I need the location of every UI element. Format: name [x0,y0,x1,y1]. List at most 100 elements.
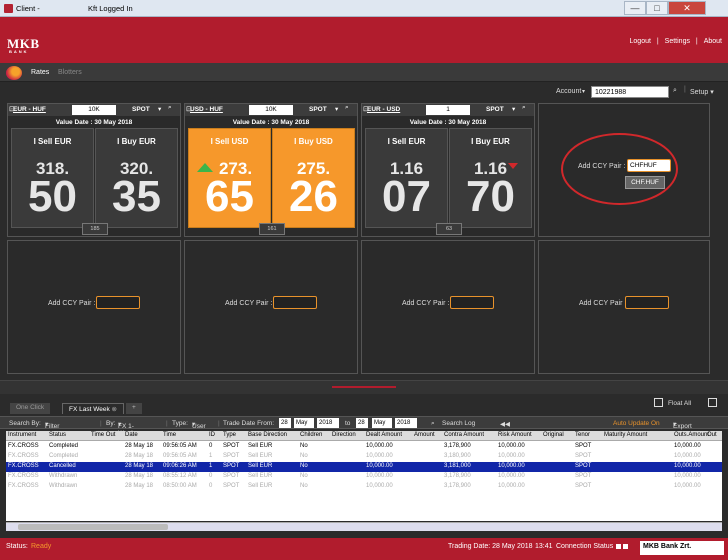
to-month[interactable]: May [372,418,392,428]
buy-panel[interactable]: I Buy EUR 1.16 70 [449,128,532,228]
dropdown-icon[interactable]: ▾ [158,105,161,113]
table-cell: 10,000.00 [674,463,701,469]
tab-one-click[interactable]: One Click [10,403,51,414]
amount-input[interactable]: 10K [72,105,116,115]
sell-panel[interactable]: I Sell EUR 318. 50 [11,128,94,228]
to-day[interactable]: 28 [356,418,368,428]
tenor-select[interactable]: SPOT [132,106,150,113]
column-header[interactable]: Base Direction [248,432,287,438]
maximize-button[interactable]: □ [646,1,668,15]
tenor-select[interactable]: SPOT [486,106,504,113]
add-tab-button[interactable]: + [126,403,142,414]
splitter-handle[interactable] [332,386,396,388]
table-row[interactable]: FX.CROSS Completed 28 May 18 09:56:05 AM 0 SP… [6,442,722,452]
search-icon[interactable]: ⌕ [673,87,677,95]
settings-link[interactable]: Settings [665,38,690,45]
amount-input[interactable]: 10K [249,105,293,115]
column-header[interactable]: Outs.Amount [674,432,709,438]
currency-pair[interactable]: EUR - HUF [13,106,46,113]
column-header[interactable]: Original [543,432,564,438]
export-button[interactable]: Export ▾ [673,420,692,430]
minimize-button[interactable]: — [624,1,646,15]
table-cell: SPOT [575,463,592,469]
column-header[interactable]: Out [707,432,717,438]
column-header[interactable]: Type [223,432,236,438]
column-header[interactable]: ID [209,432,215,438]
dropdown-icon[interactable]: ▾ [335,105,338,113]
column-header[interactable]: Tenor [575,432,590,438]
setup-button[interactable]: Setup ▾ [690,88,714,96]
column-header[interactable]: Maturity Amount [604,432,647,438]
table-header-row: Instrument Status Time Out Date Time ID Type Ba… [6,431,722,441]
close-icon[interactable]: ⊗ [112,406,117,413]
column-header[interactable]: Dealt Amount [366,432,402,438]
column-header[interactable]: Direction [332,432,356,438]
column-header[interactable]: Status [49,432,66,438]
auto-update-toggle[interactable]: Auto Update On [613,420,660,427]
table-cell: FX.CROSS [8,483,39,489]
column-header[interactable]: Amount [414,432,435,438]
search-log-button[interactable]: Search Log [442,420,475,427]
column-header[interactable]: Time Out [91,432,115,438]
previous-button[interactable]: ◀◀ [500,420,510,428]
column-header[interactable]: Risk Amount [498,432,532,438]
table-row[interactable]: FX.CROSS Cancelled 28 May 18 09:06:26 AM 1 SP… [6,462,722,472]
column-header[interactable]: Time [163,432,176,438]
table-cell: Completed [49,453,79,459]
table-cell: SPOT [223,463,240,469]
account-input[interactable]: 10221988 [591,86,669,98]
table-cell: SPOT [223,443,240,449]
from-day[interactable]: 28 [279,418,291,428]
from-month[interactable]: May [294,418,314,428]
tenor-select[interactable]: SPOT [309,106,327,113]
logout-link[interactable]: Logout [630,38,651,45]
add-pair-input[interactable] [96,296,140,309]
add-pair-input[interactable] [273,296,317,309]
scrollbar-thumb[interactable] [18,524,168,530]
about-link[interactable]: About [704,38,722,45]
add-pair-tile: Add CCY Pair : [184,240,358,374]
column-header[interactable]: Instrument [8,432,36,438]
currency-pair[interactable]: EUR - USD [367,106,400,113]
buy-panel[interactable]: I Buy USD 275. 26 [272,128,355,228]
sell-panel[interactable]: I Sell EUR 1.16 07 [365,128,448,228]
sell-panel[interactable]: I Sell USD 273. 65 [188,128,271,228]
table-row[interactable]: FX.CROSS Completed 28 May 18 09:56:05 AM 1 SP… [6,452,722,462]
magnifier-icon[interactable]: ⌕ [345,104,349,112]
magnifier-icon[interactable]: ⌕ [168,104,172,112]
magnifier-icon[interactable]: ⌕ [522,104,526,112]
table-row[interactable]: FX.CROSS Withdrawn 28 May 18 08:50:00 AM 0 SP… [6,482,722,492]
header-links: Logout | Settings | About [626,38,722,45]
horizontal-scrollbar[interactable] [6,522,722,531]
add-pair-tile: Add CCY Pair : [538,240,710,374]
status-label: Status: [6,543,28,550]
splitter[interactable] [0,380,728,394]
tab-blotters[interactable]: Blotters [58,69,82,76]
add-pair-input[interactable] [625,296,669,309]
to-year[interactable]: 2018 [395,418,417,428]
highlight-circle [561,133,678,205]
from-year[interactable]: 2018 [317,418,339,428]
close-button[interactable]: ✕ [668,1,706,15]
restore-icon[interactable] [708,398,717,407]
account-dropdown-icon[interactable]: ▾ [582,88,585,95]
float-icon[interactable] [654,398,663,407]
search-by-select[interactable]: Filter ▾ [45,420,59,430]
table-cell: 3,178,900 [444,483,471,489]
table-row[interactable]: FX.CROSS Withdrawn 28 May 18 08:55:12 AM 0 SP… [6,472,722,482]
buy-panel[interactable]: I Buy EUR 320. 35 [95,128,178,228]
by-select[interactable]: FX 1-Week ▾ [118,420,135,437]
tab-fx-last-week[interactable]: FX Last Week ⊗ [62,403,124,414]
add-pair-input[interactable] [450,296,494,309]
column-header[interactable]: Contra Amount [444,432,484,438]
amount-input[interactable]: 1 [426,105,470,115]
column-header[interactable]: Date [125,432,138,438]
trading-date: Trading Date: 28 May 2018 [448,543,533,550]
tab-rates[interactable]: Rates [31,69,49,76]
currency-pair[interactable]: USD - HUF [190,106,223,113]
search-icon[interactable]: ⌕ [431,420,435,428]
column-header[interactable]: Children [300,432,322,438]
float-all-button[interactable]: Float All [668,400,691,407]
dropdown-icon[interactable]: ▾ [512,105,515,113]
type-select[interactable]: User ▾ [192,420,206,430]
